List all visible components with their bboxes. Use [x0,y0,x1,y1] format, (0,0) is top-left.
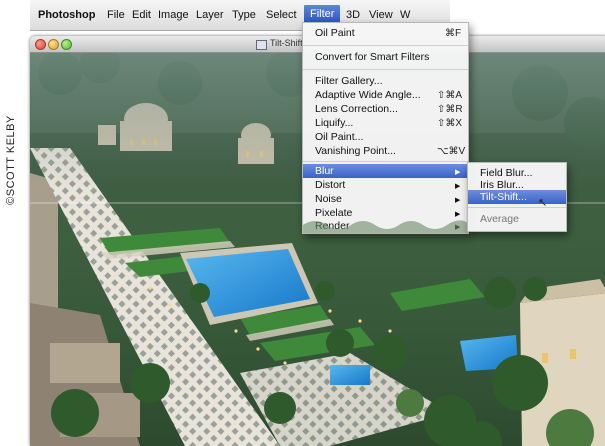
menu-window[interactable]: W [400,9,410,21]
menu-separator [303,161,468,162]
menu-view[interactable]: View [369,9,393,21]
menu-item-oil-paint[interactable]: Oil Paint... [315,131,363,143]
filter-dropdown-menu: Oil Paint ⌘F Convert for Smart Filters F… [302,22,469,234]
menu-item-distort[interactable]: Distort [315,179,345,191]
submenu-arrow-icon: ▶ [455,169,461,176]
shortcut-lens-correction: ⇧⌘R [437,104,463,115]
submenu-item-field-blur[interactable]: Field Blur... [480,167,533,179]
menu-file[interactable]: File [107,9,125,21]
minimize-window-button[interactable] [48,39,59,50]
submenu-arrow-icon: ▶ [455,197,461,204]
close-window-button[interactable] [35,39,46,50]
shortcut-last-filter: ⌘F [445,28,462,39]
menu-item-liquify[interactable]: Liquify... [315,117,353,129]
menu-item-noise[interactable]: Noise [315,193,342,205]
submenu-arrow-icon: ▶ [455,183,461,190]
menu-image[interactable]: Image [158,9,189,21]
menu-item-adaptive-wide-angle[interactable]: Adaptive Wide Angle... [315,89,421,101]
menu-separator [468,207,566,208]
menu-select[interactable]: Select [266,9,297,21]
photo-credit: ©SCOTT KELBY [3,40,19,280]
shortcut-liquify: ⇧⌘X [437,118,463,129]
menu-photoshop[interactable]: Photoshop [38,9,95,21]
blur-submenu: Field Blur... Iris Blur... Tilt-Shift...… [467,162,567,232]
torn-edge-decoration [303,220,468,233]
menu-item-filter-gallery[interactable]: Filter Gallery... [315,75,382,87]
submenu-item-tilt-shift[interactable]: Tilt-Shift... [480,191,527,203]
menu-filter[interactable]: Filter [304,5,341,23]
shortcut-adaptive-wide-angle: ⇧⌘A [437,90,463,101]
menu-3d[interactable]: 3D [346,9,360,21]
menu-item-last-filter[interactable]: Oil Paint [315,27,355,39]
shortcut-vanishing-point: ⌥⌘V [437,146,466,157]
menu-item-vanishing-point[interactable]: Vanishing Point... [315,145,396,157]
zoom-window-button[interactable] [61,39,72,50]
menu-item-blur[interactable]: Blur [315,165,334,177]
menu-item-lens-correction[interactable]: Lens Correction... [315,103,398,115]
document-icon [256,40,267,50]
menu-type[interactable]: Type [232,9,256,21]
menu-edit[interactable]: Edit [132,9,151,21]
submenu-item-average[interactable]: Average [480,213,519,225]
window-title: Tilt-Shift [270,38,303,48]
credit-text: ©SCOTT KELBY [5,115,17,205]
menu-separator [303,45,468,46]
menu-layer[interactable]: Layer [196,9,224,21]
menu-separator [303,69,468,70]
menu-item-convert-smart-filters[interactable]: Convert for Smart Filters [315,51,429,63]
